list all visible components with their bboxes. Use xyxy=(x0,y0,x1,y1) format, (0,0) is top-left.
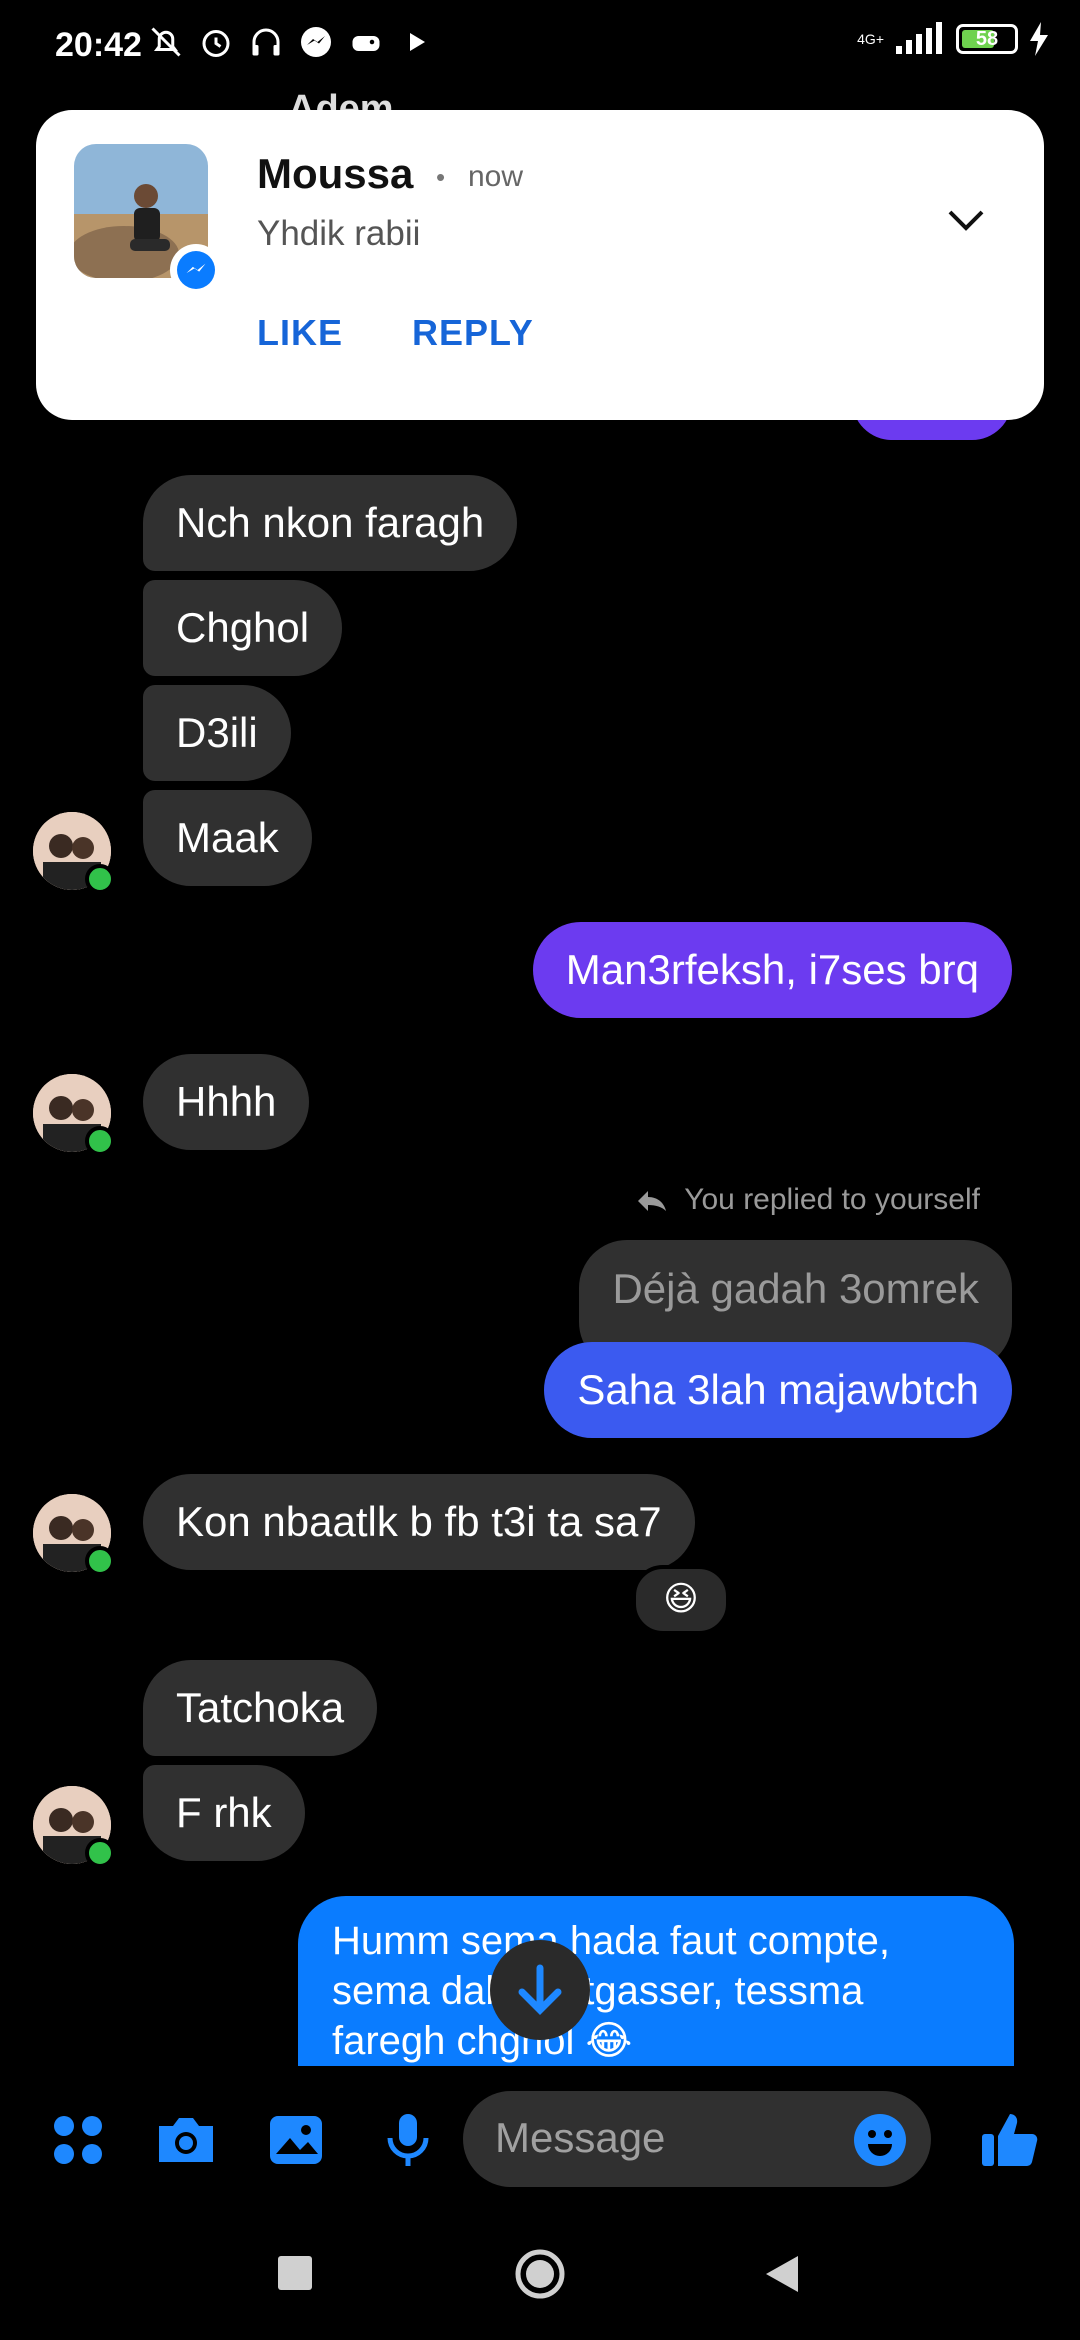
message-bubble[interactable]: Man3rfeksh, i7ses brq xyxy=(532,922,1012,1018)
message-reaction[interactable]: 😆 xyxy=(632,1565,730,1635)
reply-button[interactable]: REPLY xyxy=(412,312,534,354)
recents-button[interactable] xyxy=(278,2256,312,2290)
status-notification-icons xyxy=(148,24,434,60)
separator-dot: • xyxy=(436,162,446,192)
emoji-icon[interactable] xyxy=(852,2112,908,2168)
status-right: 4G+ 58 xyxy=(857,22,1050,56)
camera-icon[interactable] xyxy=(155,2110,215,2170)
message-bubble[interactable]: Nch nkon faragh xyxy=(143,475,518,571)
battery-percent: 58 xyxy=(975,28,999,50)
online-indicator xyxy=(85,1546,115,1576)
notification-sender: Moussa xyxy=(257,150,414,197)
status-time: 20:42 xyxy=(55,26,142,64)
back-button[interactable] xyxy=(762,2254,802,2294)
messenger-badge-icon xyxy=(170,244,222,296)
message-bubble[interactable]: Chghol xyxy=(143,580,343,676)
message-notification[interactable]: Moussa • now Yhdik rabii LIKE REPLY xyxy=(36,110,1044,420)
message-bubble[interactable]: Humm sema hada faut compte, sema dabesh … xyxy=(298,1896,1014,2066)
bell-off-icon xyxy=(148,24,184,60)
notification-time: now xyxy=(468,160,524,193)
message-bubble[interactable]: D3ili xyxy=(143,685,291,781)
message-placeholder: Message xyxy=(495,2114,666,2161)
signal-icon xyxy=(896,22,942,54)
online-indicator xyxy=(85,864,115,894)
thumbs-up-icon[interactable] xyxy=(978,2106,1042,2170)
like-button[interactable]: LIKE xyxy=(257,312,343,354)
message-bubble[interactable]: Kon nbaatlk b fb t3i ta sa7 xyxy=(143,1474,695,1570)
notification-message: Yhdik rabii xyxy=(257,214,421,253)
reply-arrow-icon xyxy=(638,1191,667,1212)
message-bubble[interactable]: Maak xyxy=(143,790,312,886)
menu-grid-icon[interactable] xyxy=(48,2110,108,2170)
messenger-icon xyxy=(298,24,334,60)
message-bubble[interactable]: Hhhh xyxy=(143,1054,310,1150)
game-icon xyxy=(348,24,384,60)
home-button[interactable] xyxy=(514,2248,566,2300)
online-indicator xyxy=(85,1126,115,1156)
network-type: 4G+ xyxy=(857,31,884,47)
online-indicator xyxy=(85,1838,115,1868)
message-bubble[interactable]: Tatchoka xyxy=(143,1660,378,1756)
gallery-icon[interactable] xyxy=(266,2110,326,2170)
charging-icon xyxy=(1030,22,1048,56)
message-bubble[interactable]: F rhk xyxy=(143,1765,305,1861)
chevron-down-icon[interactable] xyxy=(946,200,986,240)
message-bubble[interactable]: Saha 3lah majawbtch xyxy=(544,1342,1012,1438)
message-clip: Humm sema hada faut compte, sema dabesh … xyxy=(298,1896,1014,2066)
scroll-to-bottom-button[interactable] xyxy=(490,1940,590,2040)
battery-indicator: 58 xyxy=(956,24,1018,54)
alarm-icon xyxy=(198,24,234,60)
play-icon xyxy=(398,24,434,60)
headphones-icon xyxy=(248,24,284,60)
reply-note: You replied to yourself xyxy=(636,1183,980,1217)
arrow-down-icon xyxy=(518,1964,562,2015)
microphone-icon[interactable] xyxy=(378,2110,438,2170)
